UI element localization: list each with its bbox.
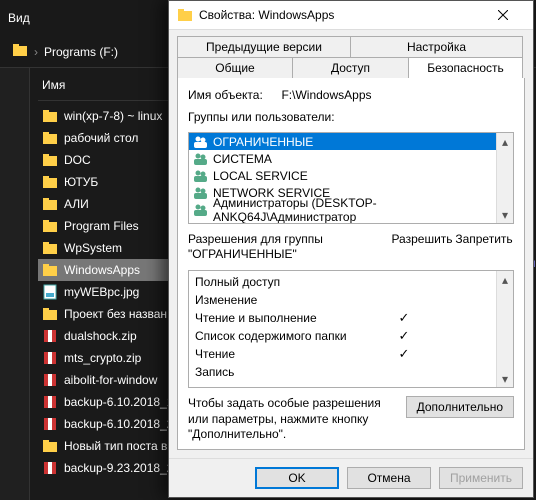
- file-name: WindowsApps: [64, 263, 140, 277]
- scroll-up-icon[interactable]: ▴: [497, 271, 513, 288]
- dialog-buttons: OK Отмена Применить: [169, 458, 533, 497]
- groups-listbox[interactable]: ОГРАНИЧЕННЫЕСИСТЕМАLOCAL SERVICENETWORK …: [188, 132, 514, 224]
- column-deny: Запретить: [454, 232, 514, 262]
- tab-general[interactable]: Общие: [177, 57, 293, 78]
- dialog-title: Свойства: WindowsApps: [199, 8, 481, 22]
- column-allow: Разрешить: [390, 232, 454, 262]
- users-icon: [193, 135, 209, 149]
- tabs: Предыдущие версии Настройка Общие Доступ…: [169, 30, 533, 78]
- zip-icon: [42, 394, 58, 410]
- permission-row: Полный доступ: [189, 273, 496, 290]
- users-icon: [193, 169, 209, 183]
- folder-icon: [42, 130, 58, 146]
- zip-icon: [42, 328, 58, 344]
- ok-button[interactable]: OK: [255, 467, 339, 489]
- file-name: backup-9.23.2018_2: [64, 461, 173, 475]
- permission-row: Список содержимого папки✓: [189, 327, 496, 344]
- file-name: Проект без назван: [64, 307, 167, 321]
- file-name: АЛИ: [64, 197, 89, 211]
- chevron-right-icon: ›: [34, 45, 38, 59]
- allow-check-icon: ✓: [374, 346, 434, 362]
- folder-icon: [42, 218, 58, 234]
- scroll-down-icon[interactable]: ▾: [497, 206, 513, 223]
- jpg-icon: [42, 284, 58, 300]
- tab-previous-versions[interactable]: Предыдущие версии: [177, 36, 351, 57]
- scroll-down-icon[interactable]: ▾: [497, 370, 513, 387]
- scrollbar[interactable]: ▴ ▾: [496, 271, 513, 387]
- groups-label: Группы или пользователи:: [188, 110, 514, 124]
- file-name: dualshock.zip: [64, 329, 137, 343]
- file-name: DOC: [64, 153, 91, 167]
- properties-dialog: Свойства: WindowsApps Предыдущие версии …: [168, 0, 534, 498]
- users-icon: [193, 203, 209, 217]
- close-button[interactable]: [481, 1, 525, 29]
- group-name: ОГРАНИЧЕННЫЕ: [213, 135, 313, 149]
- permission-name: Чтение: [195, 347, 374, 361]
- file-name: Program Files: [64, 219, 139, 233]
- file-name: aibolit-for-window: [64, 373, 157, 387]
- group-name: СИСТЕМА: [213, 152, 272, 166]
- group-item[interactable]: Администраторы (DESKTOP-ANKQ64J\Админист…: [189, 201, 496, 218]
- scrollbar[interactable]: ▴ ▾: [496, 133, 513, 223]
- folder-icon: [42, 108, 58, 124]
- cancel-button[interactable]: Отмена: [347, 467, 431, 489]
- zip-icon: [42, 416, 58, 432]
- permission-name: Чтение и выполнение: [195, 311, 374, 325]
- file-name: backup-6.10.2018_1: [64, 395, 173, 409]
- nav-sidebar[interactable]: [0, 68, 30, 500]
- tab-security[interactable]: Безопасность: [409, 57, 523, 78]
- permissions-listbox[interactable]: Полный доступ Изменение Чтение и выполнени…: [188, 270, 514, 388]
- group-name: Администраторы (DESKTOP-ANKQ64J\Админист…: [213, 196, 492, 224]
- titlebar[interactable]: Свойства: WindowsApps: [169, 1, 533, 30]
- permission-row: Чтение и выполнение✓: [189, 309, 496, 326]
- permission-row: Запись: [189, 363, 496, 380]
- tab-sharing[interactable]: Доступ: [293, 57, 409, 78]
- file-name: mts_crypto.zip: [64, 351, 141, 365]
- permission-name: Полный доступ: [195, 275, 374, 289]
- permissions-label: Разрешения для группы "ОГРАНИЧЕННЫЕ": [188, 232, 390, 262]
- file-name: backup-6.10.2018_2: [64, 417, 173, 431]
- allow-check-icon: ✓: [374, 328, 434, 344]
- folder-icon: [42, 240, 58, 256]
- permission-row: Изменение: [189, 291, 496, 308]
- file-name: WpSystem: [64, 241, 122, 255]
- permission-name: Изменение: [195, 293, 374, 307]
- file-name: myWEBpc.jpg: [64, 285, 139, 299]
- file-name: рабочий стол: [64, 131, 138, 145]
- object-label: Имя объекта:: [188, 88, 263, 102]
- users-icon: [193, 186, 209, 200]
- folder-icon: [42, 174, 58, 190]
- folder-icon: [42, 262, 58, 278]
- file-name: ЮТУБ: [64, 175, 98, 189]
- allow-check-icon: ✓: [374, 310, 434, 326]
- group-item[interactable]: СИСТЕМА: [189, 150, 496, 167]
- file-name: win(xp-7-8) ~ linux: [64, 109, 162, 123]
- group-name: LOCAL SERVICE: [213, 169, 308, 183]
- advanced-button[interactable]: Дополнительно: [406, 396, 514, 418]
- advanced-note: Чтобы задать особые разрешения или парам…: [188, 396, 396, 443]
- folder-icon: [42, 152, 58, 168]
- folder-icon: [177, 7, 193, 23]
- folder-icon: [42, 196, 58, 212]
- apply-button[interactable]: Применить: [439, 467, 523, 489]
- folder-icon: [12, 42, 28, 61]
- zip-icon: [42, 372, 58, 388]
- object-path: F:\WindowsApps: [281, 88, 371, 102]
- group-item[interactable]: ОГРАНИЧЕННЫЕ: [189, 133, 496, 150]
- folder-icon: [42, 306, 58, 322]
- users-icon: [193, 152, 209, 166]
- scroll-up-icon[interactable]: ▴: [497, 133, 513, 150]
- group-item[interactable]: LOCAL SERVICE: [189, 167, 496, 184]
- tab-customize[interactable]: Настройка: [351, 36, 523, 57]
- permission-name: Запись: [195, 365, 374, 379]
- zip-icon: [42, 460, 58, 476]
- folder-icon: [42, 438, 58, 454]
- file-name: Новый тип поста в: [64, 439, 167, 453]
- breadcrumb-location[interactable]: Programs (F:): [44, 45, 118, 59]
- security-panel: Имя объекта: F:\WindowsApps Группы или п…: [177, 78, 525, 450]
- permission-row: Чтение✓: [189, 345, 496, 362]
- menu-view[interactable]: Вид: [8, 11, 30, 25]
- permission-name: Список содержимого папки: [195, 329, 374, 343]
- zip-icon: [42, 350, 58, 366]
